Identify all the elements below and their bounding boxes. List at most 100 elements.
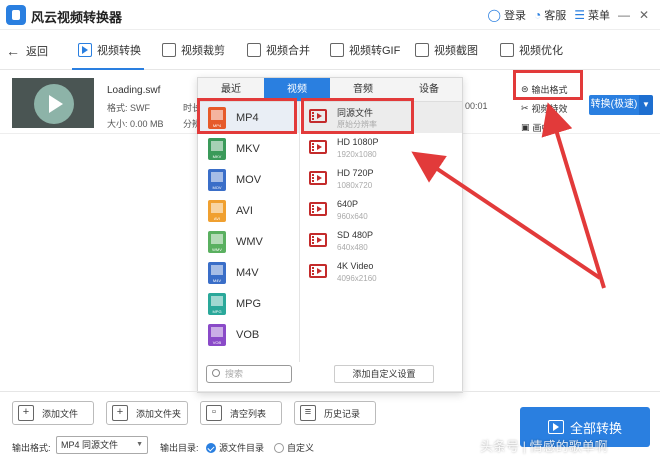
tab-video-screenshot[interactable]: 视频截图: [415, 42, 478, 58]
radio-checked-icon: [206, 442, 216, 453]
app-title: 风云视频转换器: [31, 10, 123, 25]
tab-label: 视频截图: [434, 45, 478, 57]
crop-icon: [162, 43, 176, 57]
format-label: MPG: [236, 297, 262, 310]
menu-button[interactable]: ☰ 菜单: [574, 7, 610, 23]
add-file-button[interactable]: + 添加文件: [12, 401, 94, 425]
pip-icon: ▣: [521, 122, 530, 132]
custom-dir-radio[interactable]: 自定义: [274, 441, 314, 454]
video-thumbnail[interactable]: [12, 78, 94, 128]
chevron-down-icon: ▼: [136, 441, 143, 448]
format-label: M4V: [236, 266, 259, 279]
video-effect-text: 视频特效: [531, 104, 568, 114]
service-button[interactable]: ◔ 客服: [534, 7, 566, 23]
watermark-text: 头条号 | 情感的歌单啊: [480, 439, 608, 454]
clear-list-button[interactable]: ▫ 清空列表: [200, 401, 282, 425]
film-icon: [309, 171, 327, 185]
add-custom-setting-button[interactable]: 添加自定义设置: [334, 365, 434, 383]
mov-file-icon: MOV: [208, 168, 226, 191]
resolution-detail: 1920x1080: [337, 150, 377, 159]
highlight-mp4: [197, 98, 297, 134]
film-icon: [309, 233, 327, 247]
search-icon: [212, 369, 220, 377]
resolution-detail: 640x480: [337, 243, 368, 252]
add-folder-label: 添加文件夹: [136, 408, 182, 419]
film-icon: [309, 140, 327, 154]
file-name: Loading.swf: [107, 85, 161, 96]
output-format-value: MP4 同源文件: [61, 440, 119, 450]
video-effect-option[interactable]: ✂ 视频特效: [521, 102, 568, 115]
format-list: MP4 MP4 MKV MKV MOV MOV AVI AVI WMV WMV …: [198, 102, 300, 362]
highlight-source-file: [301, 98, 414, 134]
format-label: MKV: [236, 142, 260, 155]
login-button[interactable]: ◯ 登录: [488, 7, 526, 23]
pip-text: 画中画: [532, 123, 560, 133]
format-item-vob[interactable]: VOB VOB: [198, 319, 299, 350]
minimize-button[interactable]: —: [618, 8, 630, 22]
film-icon: [309, 202, 327, 216]
pip-option[interactable]: ▣ 画中画: [521, 121, 560, 134]
file-format: 格式: SWF: [107, 103, 150, 113]
resolution-item-1080p[interactable]: HD 1080P 1920x1080: [301, 133, 462, 164]
resolution-name: 640P: [337, 199, 359, 209]
output-format-select[interactable]: MP4 同源文件 ▼: [56, 436, 148, 454]
resolution-detail: 4096x2160: [337, 274, 377, 283]
tab-video-merge[interactable]: 视频合并: [247, 42, 310, 58]
duration-value: 00:01: [465, 101, 488, 111]
resolution-name: 4K Video: [337, 261, 374, 271]
back-button[interactable]: ← 返回: [6, 43, 48, 59]
add-folder-button[interactable]: + 添加文件夹: [106, 401, 188, 425]
video-play-icon: [547, 420, 564, 434]
sliders-icon: [500, 43, 514, 57]
bottom-divider: [0, 391, 660, 392]
history-button[interactable]: ≡ 历史记录: [294, 401, 376, 425]
tab-label: 视频转GIF: [349, 45, 401, 57]
format-item-mpg[interactable]: MPG MPG: [198, 288, 299, 319]
resolution-item-720p[interactable]: HD 720P 1080x720: [301, 164, 462, 195]
resolution-name: SD 480P: [337, 230, 374, 240]
resolution-item-640p[interactable]: 640P 960x640: [301, 195, 462, 226]
tab-video-gif[interactable]: 视频转GIF: [330, 42, 400, 58]
video-convert-icon: [78, 43, 92, 57]
gif-icon: [330, 43, 344, 57]
convert-fast-button[interactable]: 转换(极速): [589, 95, 639, 115]
merge-icon: [247, 43, 261, 57]
tab-video-crop[interactable]: 视频裁剪: [162, 42, 225, 58]
wmv-file-icon: WMV: [208, 230, 226, 253]
resolution-list: 同源文件 原始分辨率 HD 1080P 1920x1080 HD 720P 10…: [301, 102, 462, 362]
film-icon: [309, 264, 327, 278]
play-icon: [49, 95, 63, 113]
convert-dropdown-toggle[interactable]: ▼: [639, 95, 653, 115]
highlight-output-format: [513, 70, 583, 100]
close-button[interactable]: ✕: [638, 8, 650, 22]
output-dir-label: 输出目录:: [160, 443, 199, 453]
format-search-input[interactable]: 搜索: [206, 365, 292, 383]
format-item-mov[interactable]: MOV MOV: [198, 164, 299, 195]
file-size: 大小: 0.00 MB: [107, 119, 164, 129]
format-label: WMV: [236, 235, 263, 248]
format-item-avi[interactable]: AVI AVI: [198, 195, 299, 226]
format-item-mkv[interactable]: MKV MKV: [198, 133, 299, 164]
format-item-m4v[interactable]: M4V M4V: [198, 257, 299, 288]
format-item-wmv[interactable]: WMV WMV: [198, 226, 299, 257]
resolution-name: HD 1080P: [337, 137, 379, 147]
output-format-label: 输出格式:: [12, 443, 51, 453]
tab-video-optimize[interactable]: 视频优化: [500, 42, 563, 58]
source-dir-radio[interactable]: 源文件目录: [206, 441, 264, 454]
custom-dir-label: 自定义: [287, 443, 315, 453]
tab-video-convert[interactable]: 视频转换: [78, 42, 141, 58]
convert-all-label: 全部转换: [569, 420, 622, 436]
title-bar: 风云视频转换器 ◯ 登录 ◔ 客服 ☰ 菜单 — ✕: [0, 0, 660, 30]
file-plus-icon: +: [18, 405, 34, 421]
format-label: VOB: [236, 328, 260, 341]
source-dir-label: 源文件目录: [219, 443, 265, 453]
headset-icon: ◔: [533, 8, 542, 22]
menu-icon: ☰: [574, 8, 585, 22]
history-label: 历史记录: [324, 408, 361, 419]
resolution-item-480p[interactable]: SD 480P 640x480: [301, 226, 462, 257]
user-icon: ◯: [487, 8, 501, 22]
feature-nav: ← 返回 视频转换 视频裁剪 视频合并 视频转GIF 视频截图 视频优化: [0, 30, 660, 70]
login-label: 登录: [503, 10, 526, 22]
resolution-item-4k[interactable]: 4K Video 4096x2160: [301, 257, 462, 288]
folder-plus-icon: +: [112, 405, 128, 421]
